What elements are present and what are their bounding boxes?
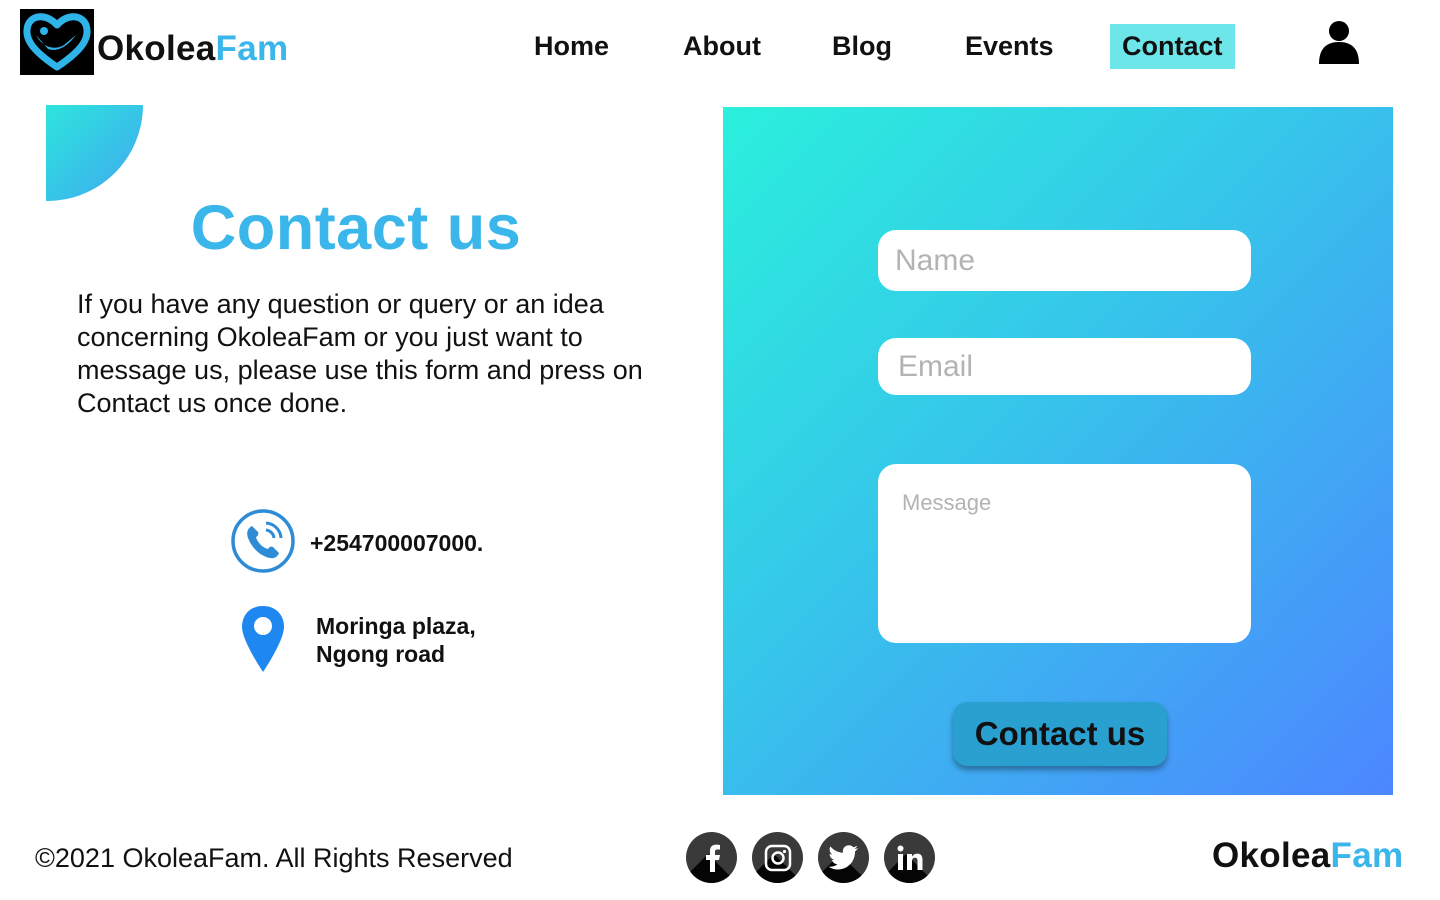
main-nav: Home About Blog Events Contact	[0, 24, 1440, 69]
nav-item-events[interactable]: Events	[953, 24, 1066, 69]
contact-us-button[interactable]: Contact us	[953, 702, 1167, 766]
user-icon[interactable]	[1317, 20, 1361, 64]
twitter-icon[interactable]	[818, 832, 869, 883]
footer-brand-part2: Fam	[1330, 836, 1404, 875]
name-input[interactable]: Name	[878, 230, 1251, 291]
nav-item-blog[interactable]: Blog	[820, 24, 904, 69]
footer-brand-part1: Okolea	[1212, 836, 1331, 875]
address-contact: Moringa plaza, Ngong road	[240, 604, 476, 679]
message-textarea[interactable]: Message	[878, 464, 1251, 643]
nav-item-home[interactable]: Home	[522, 24, 621, 69]
footer-brand[interactable]: OkoleaFam	[1212, 836, 1403, 876]
nav-item-about[interactable]: About	[671, 24, 773, 69]
address-line1: Moringa plaza,	[316, 612, 476, 639]
email-input[interactable]: Email	[878, 338, 1251, 395]
location-pin-icon	[240, 604, 286, 679]
page-title: Contact us	[190, 193, 522, 263]
phone-number[interactable]: +254700007000.	[310, 530, 483, 557]
address-line2: Ngong road	[316, 640, 446, 667]
decorative-leaf-shape	[46, 105, 143, 201]
facebook-icon[interactable]	[686, 832, 737, 883]
intro-text: If you have any question or query or an …	[77, 289, 643, 418]
social-links	[686, 832, 950, 883]
instagram-icon[interactable]	[752, 832, 803, 883]
address: Moringa plaza, Ngong road	[316, 612, 476, 668]
contact-form-panel: Name Email Message Contact us	[723, 107, 1393, 795]
nav-item-contact[interactable]: Contact	[1110, 24, 1235, 69]
copyright-text: ©2021 OkoleaFam. All Rights Reserved	[35, 843, 513, 873]
phone-icon	[230, 508, 296, 579]
phone-contact: +254700007000.	[230, 508, 483, 579]
linkedin-icon[interactable]	[884, 832, 935, 883]
